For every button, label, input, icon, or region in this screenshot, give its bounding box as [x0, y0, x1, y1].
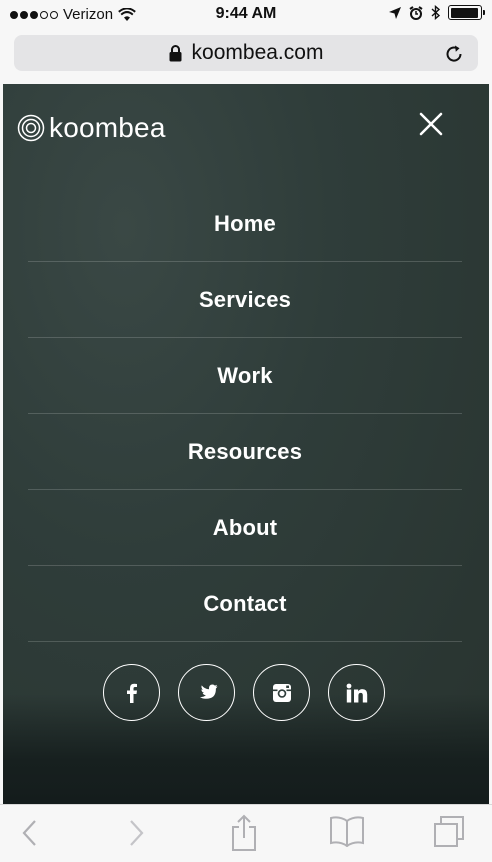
logo-text: koombea [49, 112, 166, 143]
site-menu-overlay: koombea Home Services Work Resources Abo… [3, 84, 489, 804]
nav-item-services[interactable]: Services [28, 262, 462, 338]
nav-item-home[interactable]: Home [28, 186, 462, 262]
nav-item-label: Contact [203, 590, 287, 616]
nav-item-work[interactable]: Work [28, 338, 462, 414]
browser-toolbar [0, 804, 492, 862]
battery-icon [448, 5, 485, 20]
battery-level [450, 7, 479, 18]
linkedin-link[interactable] [328, 664, 385, 721]
reload-icon[interactable] [444, 44, 464, 64]
bookmarks-icon[interactable] [329, 815, 365, 847]
koombea-logo-icon [17, 114, 45, 142]
lock-icon [169, 44, 182, 61]
alarm-icon [409, 5, 423, 20]
nav-item-label: About [212, 514, 278, 540]
location-icon [389, 6, 401, 19]
nav-item-label: Work [217, 362, 273, 388]
back-icon[interactable] [20, 818, 38, 848]
nav-item-label: Home [214, 210, 276, 236]
close-menu-icon[interactable] [417, 110, 445, 138]
social-links [103, 664, 385, 721]
browser-address-area: koombea.com [0, 30, 492, 84]
instagram-link[interactable] [253, 664, 310, 721]
bluetooth-icon [431, 5, 440, 20]
nav-item-about[interactable]: About [28, 490, 462, 566]
address-bar[interactable]: koombea.com [14, 35, 478, 71]
facebook-icon [126, 683, 137, 703]
instagram-icon [272, 683, 291, 702]
twitter-link[interactable] [178, 664, 235, 721]
address-url: koombea.com [191, 41, 324, 64]
status-bar: Verizon 9:44 AM [0, 0, 492, 30]
facebook-link[interactable] [103, 664, 160, 721]
nav-item-label: Resources [187, 438, 303, 464]
nav-item-contact[interactable]: Contact [28, 566, 462, 642]
tabs-icon[interactable] [432, 815, 466, 849]
status-icons [389, 5, 485, 20]
main-nav: Home Services Work Resources About Conta… [28, 186, 462, 642]
share-icon[interactable] [230, 813, 258, 853]
nav-item-resources[interactable]: Resources [28, 414, 462, 490]
nav-item-label: Services [198, 286, 292, 312]
forward-icon[interactable] [128, 818, 146, 848]
linkedin-icon [346, 683, 367, 702]
koombea-logo[interactable]: koombea [17, 112, 166, 144]
twitter-icon [199, 684, 217, 699]
